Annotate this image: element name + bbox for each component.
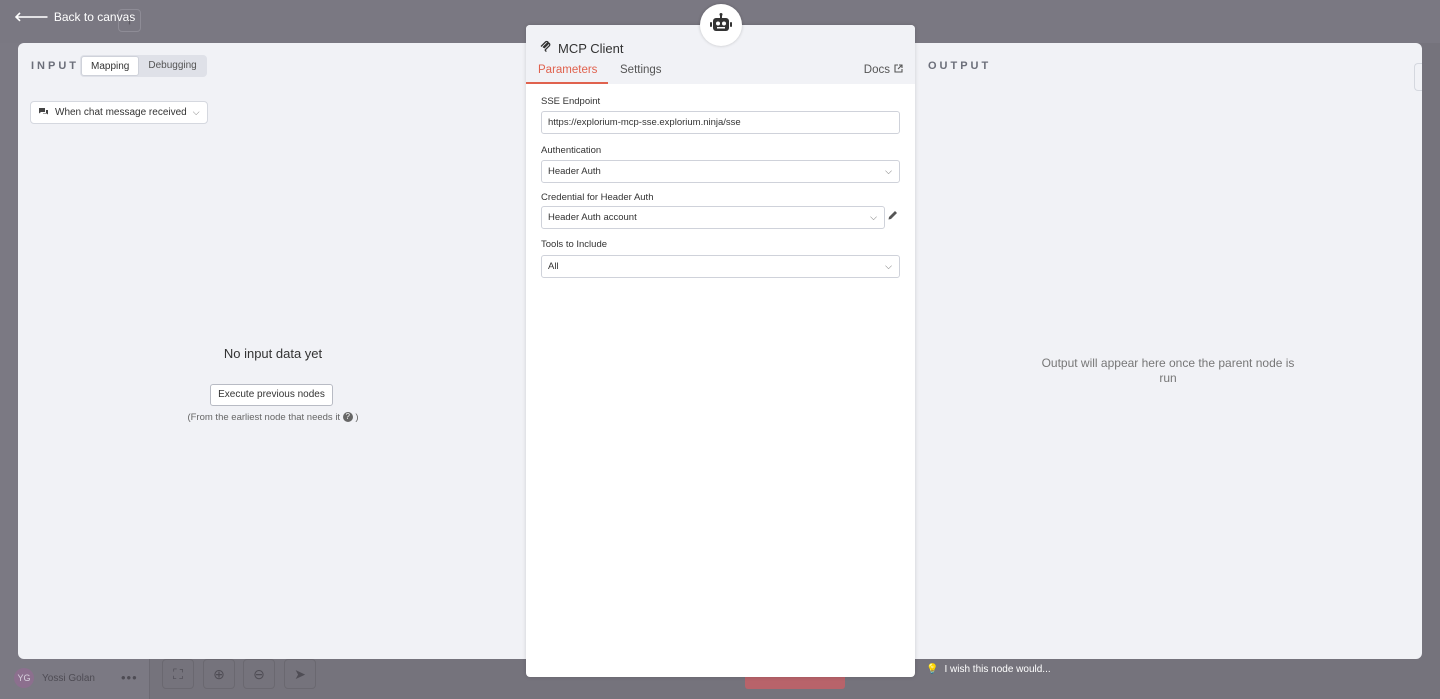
robot-icon xyxy=(710,12,732,38)
chevron-down-icon: ⌵ xyxy=(870,212,877,222)
question-icon[interactable]: ? xyxy=(342,412,353,423)
output-pane-edge xyxy=(1414,63,1422,91)
trigger-node-select[interactable]: When chat message received ⌵ xyxy=(30,101,208,124)
parameters-panel: MCP Client Parameters Settings Docs SSE … xyxy=(526,25,915,677)
input-mode-toggle[interactable]: Mapping Debugging xyxy=(80,55,207,77)
back-to-canvas-link[interactable]: 🡐 Back to canvas xyxy=(14,9,135,25)
chat-icon xyxy=(38,107,49,119)
credential-select[interactable]: Header Auth account ⌵ xyxy=(541,206,885,229)
avatar: YG xyxy=(14,668,34,688)
output-empty-message: Output will appear here once the parent … xyxy=(1041,356,1295,385)
hint-suffix: ) xyxy=(355,412,359,423)
cursor-icon[interactable]: ➤ xyxy=(284,659,316,689)
trigger-select-value: When chat message received xyxy=(55,107,187,118)
credential-value: Header Auth account xyxy=(548,212,637,223)
docs-label: Docs xyxy=(863,64,890,76)
execute-hint: (From the earliest node that needs it ? … xyxy=(78,412,468,423)
tab-parameters[interactable]: Parameters xyxy=(538,64,597,76)
tools-value: All xyxy=(548,261,559,272)
tools-select[interactable]: All ⌵ xyxy=(541,255,900,278)
edit-pencil-icon[interactable] xyxy=(887,208,899,226)
fit-view-icon[interactable]: ⛶ xyxy=(162,659,194,689)
tools-label: Tools to Include xyxy=(541,239,608,250)
empty-input-title: No input data yet xyxy=(223,346,323,361)
node-title: MCP Client xyxy=(539,40,624,56)
user-menu[interactable]: YG Yossi Golan xyxy=(14,668,95,688)
arrow-left-icon: 🡐 xyxy=(14,9,49,24)
node-title-text: MCP Client xyxy=(558,40,624,56)
back-label: Back to canvas xyxy=(53,10,136,24)
toggle-mapping[interactable]: Mapping xyxy=(81,56,140,76)
tab-settings[interactable]: Settings xyxy=(620,64,662,76)
zoom-out-icon[interactable]: ⊖ xyxy=(243,659,275,689)
toggle-debugging[interactable]: Debugging xyxy=(139,56,205,76)
chevron-down-icon: ⌵ xyxy=(885,261,892,271)
username: Yossi Golan xyxy=(42,672,95,684)
node-type-badge xyxy=(700,4,742,46)
active-tab-indicator xyxy=(526,82,608,84)
authentication-label: Authentication xyxy=(541,145,602,156)
more-dots-icon[interactable]: ••• xyxy=(121,670,138,685)
execute-previous-nodes-button[interactable]: Execute previous nodes xyxy=(210,384,333,406)
docs-link[interactable]: Docs xyxy=(864,64,903,76)
external-link-icon xyxy=(894,64,903,76)
feedback-text: I wish this node would... xyxy=(944,664,1051,675)
hint-text: (From the earliest node that needs it xyxy=(187,412,341,423)
chevron-down-icon: ⌵ xyxy=(885,166,892,176)
input-pane-label: INPUT xyxy=(31,60,79,72)
zoom-in-icon[interactable]: ⊕ xyxy=(203,659,235,689)
feedback-link[interactable]: 💡 I wish this node would... xyxy=(926,664,1051,675)
sse-endpoint-input[interactable]: https://explorium-mcp-sse.explorium.ninj… xyxy=(541,111,900,134)
chevron-down-icon: ⌵ xyxy=(192,107,200,117)
output-pane-label: OUTPUT xyxy=(928,60,992,72)
credential-label: Credential for Header Auth xyxy=(541,192,654,203)
authentication-value: Header Auth xyxy=(548,166,601,177)
mcp-icon xyxy=(539,40,552,56)
lightbulb-icon: 💡 xyxy=(926,664,939,675)
sse-endpoint-label: SSE Endpoint xyxy=(541,96,601,107)
authentication-select[interactable]: Header Auth ⌵ xyxy=(541,160,900,183)
